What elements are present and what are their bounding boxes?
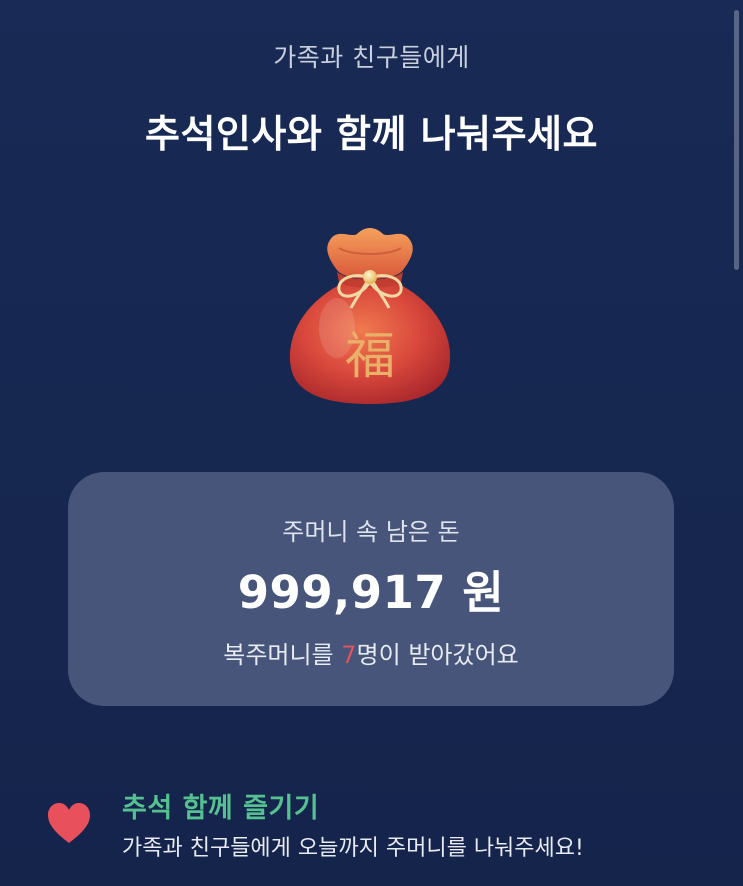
share-page: 가족과 친구들에게 추석인사와 함께 나눠주세요 福 주머니 속 남은 돈 99… — [0, 0, 743, 886]
lucky-pouch-icon[interactable]: 福 — [275, 220, 465, 410]
recipients-status-suffix: 명이 받아갔어요 — [356, 641, 519, 669]
recipients-status: 복주머니를 7명이 받아갔어요 — [68, 635, 674, 670]
page-title: 추석인사와 함께 나눠주세요 — [145, 112, 598, 156]
remaining-money-label: 주머니 속 남은 돈 — [282, 518, 460, 546]
page-subtitle: 가족과 친구들에게 — [273, 43, 470, 72]
recipients-status-prefix: 복주머니를 — [223, 641, 342, 669]
promo-title[interactable]: 추석 함께 즐기기 — [122, 786, 319, 825]
remaining-money-amount: 999,917 원 — [237, 566, 505, 619]
heart-icon — [46, 801, 92, 845]
recipients-count: 7 — [341, 641, 357, 669]
pouch-character: 福 — [345, 327, 395, 385]
promo-description: 가족과 친구들에게 오늘까지 주머니를 나눠주세요! — [122, 836, 584, 861]
remaining-money-card: 주머니 속 남은 돈 999,917 원 복주머니를 7명이 받아갔어요 — [68, 472, 674, 706]
